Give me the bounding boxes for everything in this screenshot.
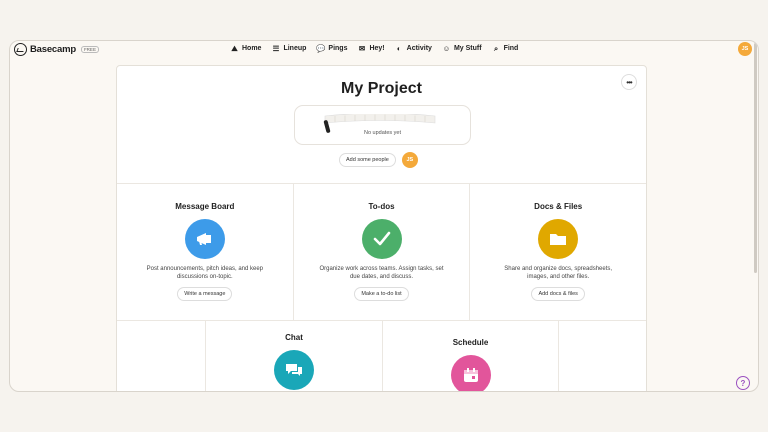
tool-description: Share and organize docs, spreadsheets, i…	[504, 266, 613, 280]
tool-message-board[interactable]: Message Board Post announcements, pitch …	[117, 184, 294, 320]
people-row: Add some people JS	[339, 152, 418, 168]
top-navigation-bar: Basecamp FREE ⛰ Home ☰ Lineup 💬 Pings ✉ Hey!…	[10, 41, 758, 59]
nav-label: My Stuff	[453, 45, 482, 52]
updates-gauge	[324, 114, 436, 124]
updates-text: No updates yet	[364, 130, 401, 136]
make-todo-list-button[interactable]: Make a to-do list	[354, 287, 409, 301]
nav-label: Pings	[328, 45, 348, 52]
nav-home[interactable]: ⛰ Home	[230, 44, 261, 53]
tool-description: Organize work across teams. Assign tasks…	[319, 266, 444, 280]
plan-badge: FREE	[80, 46, 99, 53]
find-icon: ⌕	[493, 43, 499, 53]
tool-title: To-dos	[368, 202, 395, 211]
nav-label: Activity	[406, 45, 432, 52]
add-people-button[interactable]: Add some people	[339, 153, 396, 167]
basecamp-logo-icon	[14, 43, 27, 56]
home-icon: ⛰	[231, 43, 238, 53]
tool-title: Chat	[285, 333, 303, 342]
nav-lineup[interactable]: ☰ Lineup	[271, 44, 307, 53]
nav-mystuff[interactable]: ☺ My Stuff	[442, 44, 482, 53]
tool-description: Post announcements, pitch ideas, and kee…	[146, 266, 264, 280]
empty-slot	[559, 321, 646, 391]
nav-find[interactable]: ⌕ Find	[492, 43, 519, 53]
nav-label: Find	[503, 45, 519, 52]
tool-title: Docs & Files	[534, 202, 583, 211]
tool-chat[interactable]: Chat	[206, 321, 383, 391]
activity-icon: ◐	[396, 44, 402, 53]
chat-icon	[274, 350, 314, 390]
project-card: ••• My Project No updates yet Add some p…	[116, 65, 647, 391]
app-window: Basecamp FREE ⛰ Home ☰ Lineup 💬 Pings ✉ Hey!…	[9, 40, 759, 392]
mystuff-icon: ☺	[442, 44, 451, 53]
nav-activity[interactable]: ◐ Activity	[395, 44, 432, 53]
basecamp-logo[interactable]: Basecamp FREE	[14, 43, 99, 56]
tool-title: Schedule	[452, 338, 489, 347]
user-avatar[interactable]: JS	[738, 42, 752, 56]
empty-slot	[117, 321, 206, 391]
tool-todos[interactable]: To-dos Organize work across teams. Assig…	[294, 184, 471, 320]
calendar-icon	[450, 355, 491, 391]
nav-pings[interactable]: 💬 Pings	[316, 44, 347, 53]
add-docs-button[interactable]: Add docs & files	[531, 287, 585, 301]
nav-label: Hey!	[369, 45, 385, 52]
scrollbar[interactable]	[754, 43, 757, 273]
nav-label: Home	[242, 45, 262, 52]
tools-grid: Message Board Post announcements, pitch …	[117, 183, 646, 320]
nav-hey[interactable]: ✉ Hey!	[357, 44, 385, 53]
main-nav: ⛰ Home ☰ Lineup 💬 Pings ✉ Hey! ◐ Activity ☺ My…	[230, 43, 519, 54]
hey-icon: ✉	[358, 44, 366, 53]
app-name: Basecamp	[30, 44, 76, 55]
updates-box: No updates yet	[294, 105, 471, 145]
help-button[interactable]: ?	[736, 376, 750, 390]
project-title: My Project	[341, 80, 422, 97]
tool-schedule[interactable]: Schedule	[383, 321, 559, 391]
nav-label: Lineup	[283, 45, 307, 52]
write-message-button[interactable]: Write a message	[177, 287, 233, 301]
tool-title: Message Board	[175, 202, 235, 211]
lineup-icon: ☰	[272, 44, 280, 53]
tools-grid-bottom: Chat Schedule	[117, 320, 646, 391]
folder-icon	[538, 219, 579, 259]
megaphone-icon	[184, 219, 225, 259]
tool-docs-files[interactable]: Docs & Files Share and organize docs, sp…	[470, 184, 646, 320]
pings-icon: 💬	[316, 44, 326, 53]
member-avatar[interactable]: JS	[401, 152, 418, 168]
checkmark-icon	[361, 219, 402, 259]
